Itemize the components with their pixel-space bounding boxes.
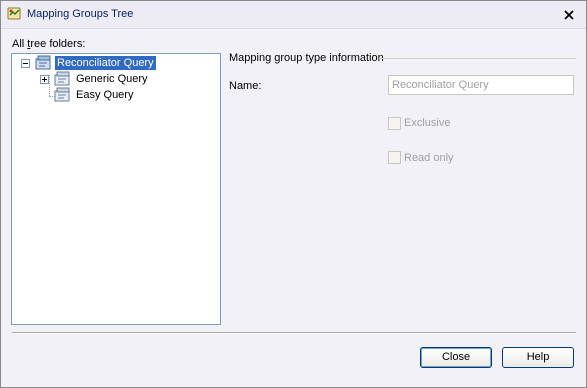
title-bar[interactable]: Mapping Groups Tree xyxy=(1,1,586,29)
tree-item-reconciliator-query[interactable]: Reconciliator Query xyxy=(12,55,218,71)
collapse-icon[interactable] xyxy=(21,59,30,68)
name-label: Name: xyxy=(229,80,262,92)
tree-label-prefix: All xyxy=(12,38,25,50)
close-icon[interactable] xyxy=(561,7,577,23)
help-button[interactable]: Help xyxy=(502,347,574,368)
tree-item-label: Generic Query xyxy=(76,73,148,85)
expand-icon[interactable] xyxy=(40,75,49,84)
name-field[interactable]: Reconciliator Query xyxy=(388,75,574,95)
window-title: Mapping Groups Tree xyxy=(27,8,134,20)
query-folder-icon xyxy=(54,87,71,102)
group-divider xyxy=(379,58,576,59)
exclusive-checkbox[interactable] xyxy=(388,117,401,130)
tree-item-generic-query[interactable]: Generic Query xyxy=(12,71,218,87)
query-folder-icon xyxy=(35,55,52,70)
group-title: Mapping group type information xyxy=(229,52,384,64)
read-only-checkbox[interactable] xyxy=(388,151,401,164)
query-folder-icon xyxy=(54,71,71,86)
tree-folders-label: All tree folders: xyxy=(12,38,85,50)
dialog-window: Mapping Groups Tree All tree folders: Re… xyxy=(0,0,587,388)
tree-item-easy-query[interactable]: Easy Query xyxy=(12,87,218,103)
tree-item-label: Easy Query xyxy=(76,89,134,101)
app-icon xyxy=(7,6,22,21)
close-button[interactable]: Close xyxy=(420,347,492,368)
tree-label-rest: ree folders: xyxy=(30,38,86,50)
footer-separator-highlight xyxy=(12,333,576,334)
tree-view[interactable]: Reconciliator Query Generic Query Easy Q… xyxy=(11,53,221,325)
tree-item-label: Reconciliator Query xyxy=(55,56,156,70)
read-only-label: Read only xyxy=(404,152,454,164)
exclusive-label: Exclusive xyxy=(404,117,451,129)
